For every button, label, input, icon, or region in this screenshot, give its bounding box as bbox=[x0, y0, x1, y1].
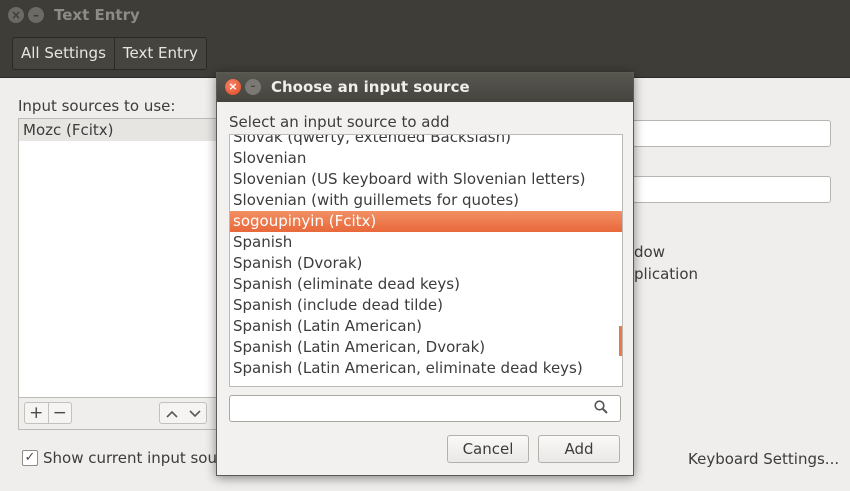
list-item[interactable]: Mozc (Fcitx) bbox=[19, 119, 217, 141]
dialog-titlebar: × – Choose an input source bbox=[217, 73, 633, 102]
input-sources-label: Input sources to use: bbox=[18, 97, 176, 115]
cancel-button[interactable]: Cancel bbox=[447, 435, 529, 463]
move-down-button[interactable] bbox=[183, 403, 206, 423]
move-group bbox=[159, 402, 207, 424]
remove-source-button[interactable]: − bbox=[49, 403, 72, 423]
window-title: Text Entry bbox=[54, 6, 140, 24]
scrollbar-indicator[interactable] bbox=[619, 326, 622, 356]
show-current-source-row[interactable]: ✓ Show current input source bbox=[22, 449, 240, 467]
breadcrumb-text-entry[interactable]: Text Entry bbox=[115, 38, 206, 69]
radio-label-window: dow bbox=[634, 243, 665, 261]
list-item[interactable]: Slovak (qwerty, extended Backslash) bbox=[230, 135, 622, 148]
dialog-title: Choose an input source bbox=[271, 78, 470, 96]
list-item[interactable]: Slovenian bbox=[230, 148, 622, 169]
add-source-button[interactable]: + bbox=[25, 403, 49, 423]
search-icon bbox=[594, 400, 608, 414]
breadcrumb: All Settings Text Entry bbox=[12, 37, 207, 70]
list-item[interactable]: Slovenian (with guillemets for quotes) bbox=[230, 190, 622, 211]
chevron-up-icon bbox=[165, 410, 178, 418]
list-item[interactable]: Spanish (Dvorak) bbox=[230, 253, 622, 274]
list-item[interactable]: Spanish (Latin American, Dvorak) bbox=[230, 337, 622, 358]
window-close-icon[interactable]: × bbox=[8, 7, 24, 23]
move-up-button[interactable] bbox=[160, 403, 183, 423]
list-item-selected[interactable]: sogoupinyin (Fcitx) bbox=[230, 211, 622, 232]
add-button[interactable]: Add bbox=[538, 435, 620, 463]
keyboard-settings-link[interactable]: Keyboard Settings... bbox=[688, 450, 839, 468]
radio-label-application: plication bbox=[634, 265, 699, 283]
search-input[interactable] bbox=[229, 395, 621, 422]
shortcut-field-2[interactable] bbox=[620, 176, 831, 203]
shortcut-field-1[interactable] bbox=[620, 120, 831, 147]
list-item[interactable]: Spanish (Latin American, eliminate dead … bbox=[230, 358, 622, 379]
list-item[interactable]: Spanish (eliminate dead keys) bbox=[230, 274, 622, 295]
dialog-subtitle: Select an input source to add bbox=[229, 113, 450, 131]
dialog-minimize-icon[interactable]: – bbox=[245, 79, 261, 95]
show-current-source-label: Show current input source bbox=[43, 449, 241, 467]
input-sources-toolbar: + − bbox=[18, 398, 218, 430]
list-item[interactable]: Spanish (include dead tilde) bbox=[230, 295, 622, 316]
window-minimize-icon[interactable]: – bbox=[28, 7, 44, 23]
show-current-source-checkbox[interactable]: ✓ bbox=[22, 450, 38, 466]
list-item[interactable]: Slovenian (US keyboard with Slovenian le… bbox=[230, 169, 622, 190]
input-source-list[interactable]: Slovak (qwerty, extended Backslash) Slov… bbox=[229, 134, 623, 387]
input-sources-list[interactable]: Mozc (Fcitx) bbox=[18, 118, 218, 398]
list-item[interactable]: Spanish (Latin American) bbox=[230, 316, 622, 337]
chevron-down-icon bbox=[188, 410, 201, 418]
toolbar: All Settings Text Entry bbox=[0, 30, 850, 78]
breadcrumb-all-settings[interactable]: All Settings bbox=[13, 38, 115, 69]
choose-input-source-dialog: × – Choose an input source Select an inp… bbox=[216, 72, 634, 476]
add-remove-group: + − bbox=[24, 402, 72, 424]
window-titlebar: × – Text Entry bbox=[0, 0, 850, 30]
dialog-close-icon[interactable]: × bbox=[225, 79, 241, 95]
list-item[interactable]: Spanish bbox=[230, 232, 622, 253]
